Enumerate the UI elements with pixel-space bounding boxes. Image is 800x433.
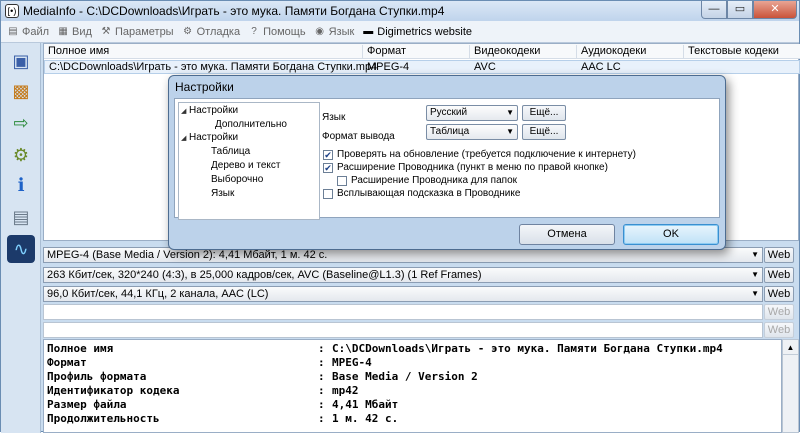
open-folder-icon[interactable]: ▩ bbox=[7, 77, 35, 105]
menu-debug[interactable]: ⚙ Отладка bbox=[182, 26, 240, 38]
scroll-up-icon[interactable]: ▲ bbox=[783, 340, 798, 355]
explorer-folders-checkbox[interactable]: Расширение Проводника для папок bbox=[337, 175, 517, 186]
menu-help[interactable]: ? Помощь bbox=[248, 25, 306, 38]
audio-stream-text: 96,0 Кбит/сек, 44,1 КГц, 2 канала, AAC (… bbox=[47, 288, 269, 300]
info-text-panel[interactable]: Полное имя: C:\DCDownloads\Играть - это м… bbox=[43, 339, 782, 433]
ok-button[interactable]: OK bbox=[623, 224, 719, 245]
language-label: Язык bbox=[322, 112, 346, 123]
language-select[interactable]: Русский ▼ bbox=[426, 105, 518, 121]
mediainfo-app-icon: [•) bbox=[5, 4, 19, 18]
open-file-icon[interactable]: ▣ bbox=[7, 47, 35, 75]
menu-debug-label: Отладка bbox=[196, 25, 241, 38]
column-header-full-name[interactable]: Полное имя bbox=[44, 45, 363, 58]
window-controls: — ▭ ✕ bbox=[701, 1, 797, 19]
digimetrics-logo-icon[interactable]: ∿ bbox=[7, 235, 35, 263]
tree-item-tree-text[interactable]: Дерево и текст bbox=[211, 160, 280, 171]
globe-icon: ◉ bbox=[315, 25, 324, 37]
menu-file[interactable]: ▤ Файл bbox=[7, 26, 49, 38]
options-icon: ⚒ bbox=[101, 25, 111, 37]
column-header-format[interactable]: Формат bbox=[363, 45, 470, 58]
column-header-audio-codecs[interactable]: Аудиокодеки bbox=[577, 45, 684, 58]
debug-icon: ⚙ bbox=[183, 25, 193, 37]
settings-panel: Язык Русский ▼ Ещё... Формат вывода Табли… bbox=[322, 101, 720, 217]
table-row[interactable]: C:\DCDownloads\Играть - это мука. Памяти… bbox=[44, 60, 800, 74]
tree-item-settings[interactable]: ◢ Настройки bbox=[181, 105, 238, 116]
cell-audio-codec: AAC LC bbox=[581, 61, 621, 73]
minimize-button[interactable]: — bbox=[701, 1, 727, 19]
tree-item-advanced[interactable]: Дополнительно bbox=[215, 119, 287, 130]
video-stream-text: 263 Кбит/сек, 320*240 (4:3), в 25,000 ка… bbox=[47, 269, 482, 281]
title-bar: [•) MediaInfo - C:\DCDownloads\Играть - … bbox=[1, 1, 799, 21]
dialog-body: ◢ Настройки Дополнительно ◢ Настройки Табл… bbox=[174, 98, 720, 220]
settings-dialog: Настройки ◢ Настройки Дополнительно ◢ Наст… bbox=[168, 75, 726, 250]
help-icon: ? bbox=[251, 25, 257, 37]
explorer-extension-checkbox[interactable]: ✔ Расширение Проводника (пункт в меню по … bbox=[323, 162, 608, 173]
checkmark-icon: ✔ bbox=[323, 149, 333, 160]
about-icon[interactable]: ℹ bbox=[7, 171, 35, 199]
empty-checkbox-icon bbox=[323, 188, 333, 199]
menu-bar: ▤ Файл ▦ Вид ⚒ Параметры ⚙ Отладка ? Помощь ◉… bbox=[1, 21, 799, 43]
menu-view-label: Вид bbox=[72, 25, 92, 38]
settings-tree[interactable]: ◢ Настройки Дополнительно ◢ Настройки Табл… bbox=[178, 102, 320, 220]
audio-stream-select[interactable]: 96,0 Кбит/сек, 44,1 КГц, 2 канала, AAC (… bbox=[43, 286, 763, 302]
window-title: MediaInfo - C:\DCDownloads\Играть - это … bbox=[23, 4, 445, 18]
menu-digimetrics[interactable]: ▬ Digimetrics website bbox=[362, 26, 472, 38]
menu-options[interactable]: ⚒ Параметры bbox=[100, 25, 174, 38]
close-button[interactable]: ✕ bbox=[753, 1, 797, 19]
text-web-button[interactable]: Web bbox=[764, 304, 794, 320]
chevron-down-icon: ▼ bbox=[751, 250, 759, 259]
maximize-button[interactable]: ▭ bbox=[727, 1, 753, 19]
left-toolbar: ▣ ▩ ⇨ ⚙ ℹ ▤ ∿ bbox=[1, 43, 41, 433]
other-web-button[interactable]: Web bbox=[764, 322, 794, 338]
menu-help-label: Помощь bbox=[263, 25, 306, 38]
tree-expand-icon[interactable]: ◢ bbox=[181, 107, 189, 115]
column-header-text-codecs[interactable]: Текстовые кодеки bbox=[684, 45, 800, 58]
audio-web-button[interactable]: Web bbox=[764, 286, 794, 302]
column-header-video-codecs[interactable]: Видеокодеки bbox=[470, 45, 577, 58]
general-web-button[interactable]: Web bbox=[764, 247, 794, 263]
menu-file-label: Файл bbox=[22, 25, 50, 38]
menu-language-label: Язык bbox=[328, 25, 355, 38]
tree-expand-icon[interactable]: ◢ bbox=[181, 134, 189, 142]
cell-format: MPEG-4 bbox=[367, 61, 410, 73]
cancel-button[interactable]: Отмена bbox=[519, 224, 615, 245]
menu-options-label: Параметры bbox=[114, 25, 174, 38]
explorer-tooltip-checkbox[interactable]: Всплывающая подсказка в Проводнике bbox=[323, 188, 520, 199]
menu-view[interactable]: ▦ Вид bbox=[57, 26, 92, 38]
tree-item-language[interactable]: Язык bbox=[211, 188, 234, 199]
tree-item-custom[interactable]: Выборочно bbox=[211, 174, 263, 185]
chevron-down-icon: ▼ bbox=[751, 270, 759, 279]
video-stream-select[interactable]: 263 Кбит/сек, 320*240 (4:3), в 25,000 ка… bbox=[43, 267, 763, 283]
file-icon: ▤ bbox=[8, 25, 18, 37]
output-format-label: Формат вывода bbox=[322, 131, 395, 142]
output-more-button[interactable]: Ещё... bbox=[522, 124, 566, 140]
chevron-down-icon: ▼ bbox=[506, 108, 514, 117]
export-icon[interactable]: ⇨ bbox=[7, 109, 35, 137]
output-format-select[interactable]: Таблица ▼ bbox=[426, 124, 518, 140]
cell-full-name: C:\DCDownloads\Играть - это мука. Памяти… bbox=[49, 61, 378, 73]
chevron-down-icon: ▼ bbox=[506, 127, 514, 136]
chevron-down-icon: ▼ bbox=[751, 289, 759, 298]
cell-video-codec: AVC bbox=[474, 61, 496, 73]
language-more-button[interactable]: Ещё... bbox=[522, 105, 566, 121]
checkmark-icon: ✔ bbox=[323, 162, 333, 173]
tree-item-table[interactable]: Таблица bbox=[211, 146, 250, 157]
knowledge-base-icon[interactable]: ▤ bbox=[7, 203, 35, 231]
preferences-icon[interactable]: ⚙ bbox=[7, 141, 35, 169]
mediainfo-window: [•) MediaInfo - C:\DCDownloads\Играть - … bbox=[0, 0, 800, 433]
video-web-button[interactable]: Web bbox=[764, 267, 794, 283]
text-stream-field bbox=[43, 304, 763, 320]
other-stream-field bbox=[43, 322, 763, 338]
file-list-header: Полное имя Формат Видеокодеки Аудиокодек… bbox=[44, 44, 800, 59]
general-stream-text: MPEG-4 (Base Media / Version 2): 4,41 Мб… bbox=[47, 249, 328, 261]
menu-digimetrics-label: Digimetrics website bbox=[377, 25, 473, 38]
view-icon: ▦ bbox=[58, 25, 68, 37]
check-updates-checkbox[interactable]: ✔ Проверять на обновление (требуется подк… bbox=[323, 149, 636, 160]
menu-language[interactable]: ◉ Язык bbox=[314, 25, 355, 38]
digimetrics-icon: ▬ bbox=[363, 25, 374, 37]
empty-checkbox-icon bbox=[337, 175, 347, 186]
dialog-title: Настройки bbox=[175, 80, 234, 94]
info-scrollbar[interactable]: ▲ bbox=[782, 339, 799, 433]
tree-item-settings-2[interactable]: ◢ Настройки bbox=[181, 132, 238, 143]
